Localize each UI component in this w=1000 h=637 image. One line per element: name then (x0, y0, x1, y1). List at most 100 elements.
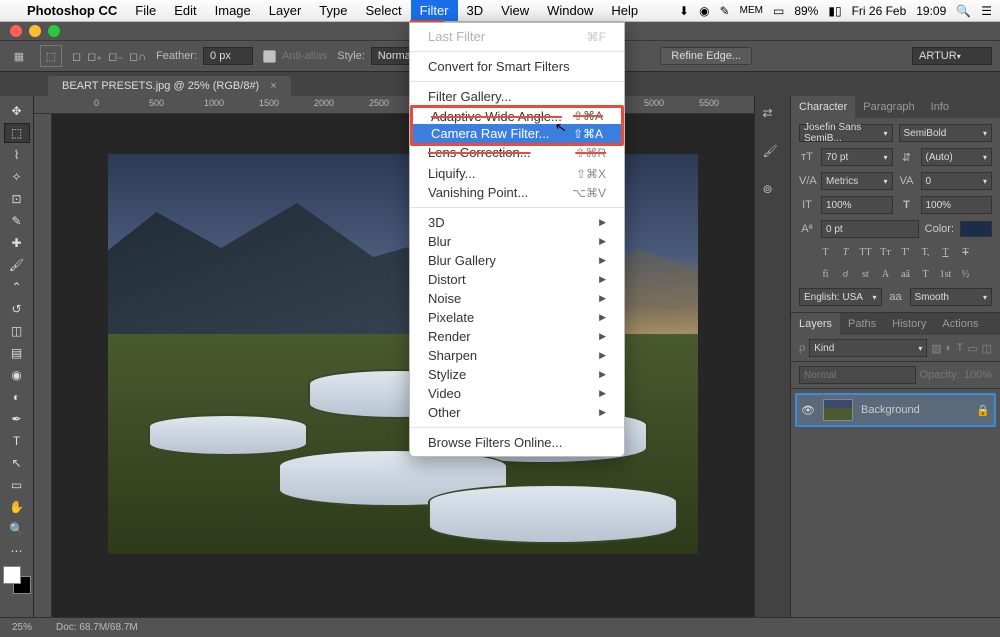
menu-app[interactable]: Photoshop CC (18, 0, 126, 21)
spotlight-icon[interactable]: 🔍 (956, 4, 971, 18)
lasso-tool-icon[interactable]: ⌇ (4, 145, 30, 165)
allcaps-btn[interactable]: TT (857, 244, 875, 260)
ot-alt-btn[interactable]: ơ (837, 266, 855, 282)
layer-filter-kind[interactable]: Kind▾ (809, 339, 927, 357)
dodge-tool-icon[interactable]: ◐ (4, 387, 30, 407)
menu-pixelate-sub[interactable]: Pixelate (410, 308, 624, 327)
bold-btn[interactable]: T (817, 244, 835, 260)
path-tool-icon[interactable]: ↖ (4, 453, 30, 473)
menu-browse-online[interactable]: Browse Filters Online... (410, 433, 624, 452)
menu-blurgallery-sub[interactable]: Blur Gallery (410, 251, 624, 270)
type-tool-icon[interactable]: T (4, 431, 30, 451)
kerning-select[interactable]: Metrics▾ (821, 172, 893, 190)
menu-render-sub[interactable]: Render (410, 327, 624, 346)
close-tab-icon[interactable]: × (270, 80, 276, 92)
menu-filter-gallery[interactable]: Filter Gallery... (410, 87, 624, 106)
menu-vanishing[interactable]: Vanishing Point...⌥⌘V (410, 183, 624, 202)
antialias-select[interactable]: Smooth▾ (910, 288, 993, 306)
filter-shape-icon[interactable]: ▭ (967, 342, 977, 355)
tab-info[interactable]: Info (923, 96, 957, 118)
add-selection-icon[interactable]: ◻₊ (87, 50, 102, 63)
tab-history[interactable]: History (884, 313, 934, 335)
font-family-select[interactable]: Josefin Sans SemiB...▾ (799, 124, 893, 142)
list-icon[interactable]: ☰ (981, 4, 992, 18)
minimize-window-icon[interactable] (29, 25, 41, 37)
menu-video-sub[interactable]: Video (410, 384, 624, 403)
smallcaps-btn[interactable]: Tт (877, 244, 895, 260)
sub-selection-icon[interactable]: ◻₋ (108, 50, 123, 63)
language-select[interactable]: English: USA▾ (799, 288, 882, 306)
crop-tool-icon[interactable]: ⊡ (4, 189, 30, 209)
menu-sharpen-sub[interactable]: Sharpen (410, 346, 624, 365)
menu-window[interactable]: Window (538, 0, 602, 21)
zoom-window-icon[interactable] (48, 25, 60, 37)
menu-file[interactable]: File (126, 0, 165, 21)
zoom-tool-icon[interactable]: 🔍 (4, 519, 30, 539)
subscript-btn[interactable]: T, (917, 244, 935, 260)
filter-adjust-icon[interactable]: ◐ (946, 342, 953, 354)
menu-camera-raw[interactable]: Camera Raw Filter...⇧⌘A (413, 124, 621, 143)
menu-type[interactable]: Type (310, 0, 356, 21)
zoom-level[interactable]: 25% (12, 622, 32, 633)
layer-thumbnail[interactable] (823, 399, 853, 421)
brush-panel-icon[interactable]: 🖌 (763, 144, 783, 164)
menu-adaptive-wide[interactable]: Adaptive Wide Angle...⇧⌘A (413, 108, 621, 124)
menu-lens-correction[interactable]: Lens Correction...⇧⌘R (410, 143, 624, 162)
wand-tool-icon[interactable]: ✧ (4, 167, 30, 187)
menu-layer[interactable]: Layer (260, 0, 311, 21)
tab-layers[interactable]: Layers (791, 313, 840, 335)
workspace-select[interactable]: ARTUR▾ (912, 47, 992, 65)
shape-tool-icon[interactable]: ▭ (4, 475, 30, 495)
ot-frac-btn[interactable]: ½ (957, 266, 975, 282)
tab-actions[interactable]: Actions (934, 313, 986, 335)
edit-toolbar-icon[interactable]: ⋯ (4, 541, 30, 561)
filter-type-icon[interactable]: T (956, 342, 963, 354)
eraser-tool-icon[interactable]: ◫ (4, 321, 30, 341)
document-tab[interactable]: BEART PRESETS.jpg @ 25% (RGB/8#) × (48, 76, 291, 96)
menu-other-sub[interactable]: Other (410, 403, 624, 422)
italic-btn[interactable]: T (837, 244, 855, 260)
marquee-tool-icon[interactable]: ⬚ (4, 123, 30, 143)
menu-select[interactable]: Select (356, 0, 410, 21)
history-brush-icon[interactable]: ↺ (4, 299, 30, 319)
mem-icon[interactable]: MEM (740, 5, 763, 16)
window-traffic-lights[interactable] (0, 19, 70, 43)
airplay-icon[interactable]: ▭ (773, 4, 784, 18)
font-weight-select[interactable]: SemiBold▾ (899, 124, 993, 142)
hscale-input[interactable]: 100% (921, 196, 993, 214)
filter-smart-icon[interactable]: ◫ (982, 342, 992, 355)
leading-input[interactable]: (Auto)▾ (921, 148, 993, 166)
menu-noise-sub[interactable]: Noise (410, 289, 624, 308)
evernote-icon[interactable]: ✎ (720, 4, 730, 18)
tab-paths[interactable]: Paths (840, 313, 884, 335)
tab-character[interactable]: Character (791, 96, 855, 118)
ot-swash-btn[interactable]: A (877, 266, 895, 282)
hand-tool-icon[interactable]: ✋ (4, 497, 30, 517)
menu-view[interactable]: View (492, 0, 538, 21)
menu-3d-sub[interactable]: 3D (410, 213, 624, 232)
menu-edit[interactable]: Edit (165, 0, 205, 21)
gradient-tool-icon[interactable]: ▤ (4, 343, 30, 363)
filter-pixel-icon[interactable]: ▧ (931, 342, 941, 355)
dropbox-icon[interactable]: ⬇ (679, 4, 689, 18)
visibility-icon[interactable]: 👁 (801, 404, 815, 417)
marquee-tool-icon[interactable]: ⬚ (40, 45, 62, 67)
layer-row-background[interactable]: 👁 Background 🔒 (795, 393, 996, 427)
feather-input[interactable]: 0 px (203, 47, 253, 65)
ot-disc-btn[interactable]: st (857, 266, 875, 282)
menu-help[interactable]: Help (602, 0, 647, 21)
menu-distort-sub[interactable]: Distort (410, 270, 624, 289)
new-selection-icon[interactable]: ◻ (72, 50, 81, 63)
doc-info[interactable]: Doc: 68.7M/68.7M (56, 622, 138, 633)
brush-tool-icon[interactable]: 🖌 (4, 255, 30, 275)
text-color-swatch[interactable] (960, 221, 992, 237)
menu-liquify[interactable]: Liquify...⇧⌘X (410, 164, 624, 183)
ot-lig-btn[interactable]: fi (817, 266, 835, 282)
lock-icon[interactable]: 🔒 (976, 404, 990, 417)
stamp-tool-icon[interactable]: ⌃ (4, 277, 30, 297)
refine-edge-button[interactable]: Refine Edge... (660, 47, 752, 65)
strike-btn[interactable]: Ŧ (957, 244, 975, 260)
ot-ord-btn[interactable]: 1st (937, 266, 955, 282)
vscale-input[interactable]: 100% (821, 196, 893, 214)
menu-filter[interactable]: Filter (411, 0, 458, 21)
